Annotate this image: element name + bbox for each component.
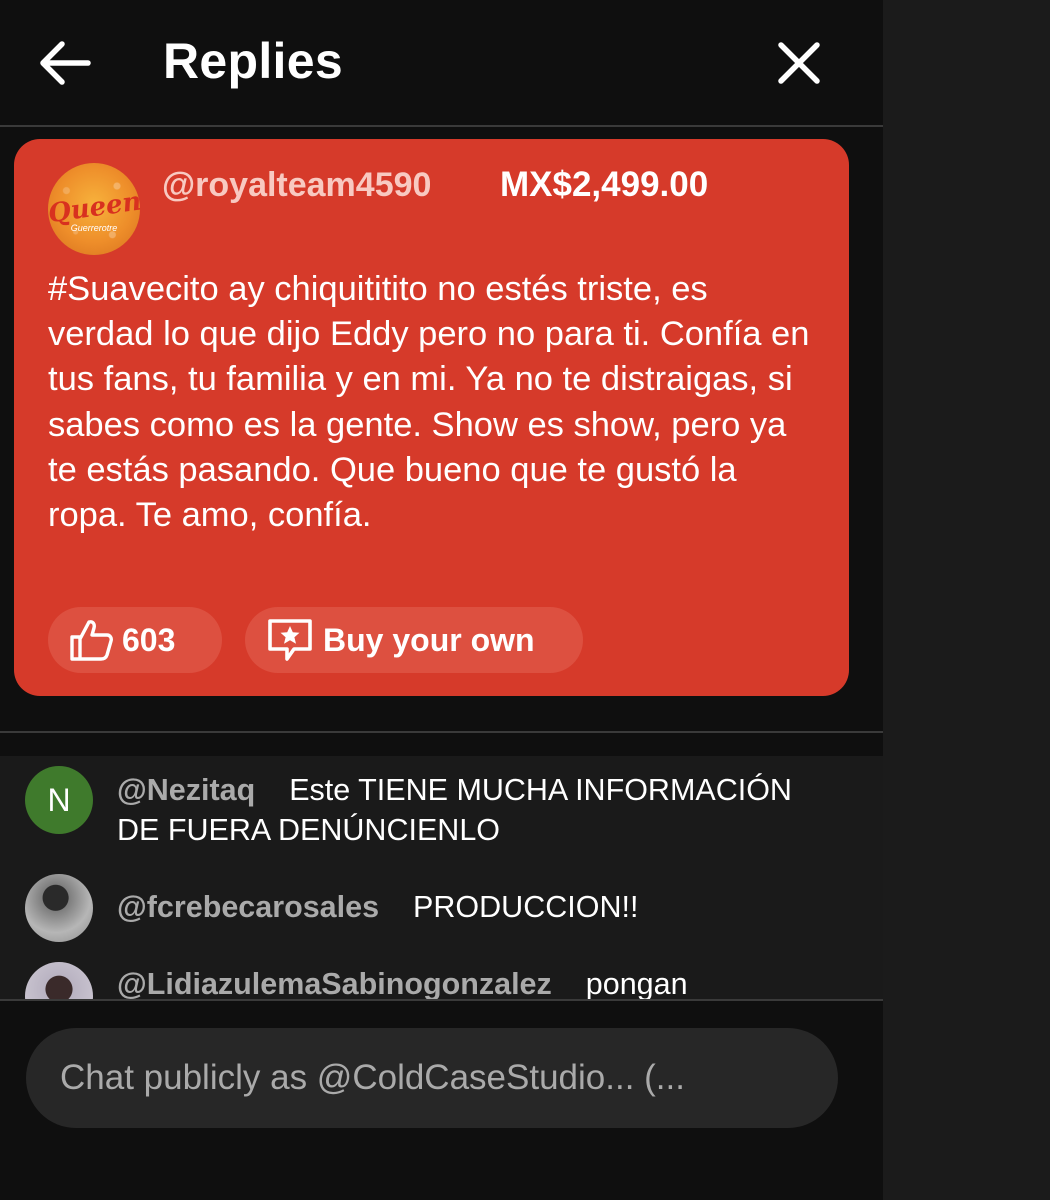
avatar[interactable] (25, 962, 93, 999)
avatar[interactable]: N (25, 766, 93, 834)
divider (0, 731, 883, 733)
chat-input[interactable]: Chat publicly as @ColdCaseStudio... (... (26, 1028, 838, 1128)
like-button[interactable]: 603 (48, 607, 222, 673)
comment-text-block: @Nezitaq Este TIENE MUCHA INFORMACIÓN DE … (117, 770, 837, 850)
chat-input-placeholder: Chat publicly as @ColdCaseStudio... (... (60, 1058, 685, 1097)
arrow-left-icon (40, 41, 91, 85)
avatar[interactable] (25, 874, 93, 942)
super-chat-username[interactable]: @royalteam4590 (162, 164, 462, 206)
buy-your-own-label: Buy your own (323, 621, 535, 658)
super-chat-star-icon (265, 617, 315, 663)
replies-panel: Replies Queen Guerrerotre @royalteam4590… (0, 0, 883, 1200)
avatar-letter: N (47, 781, 71, 818)
close-button[interactable] (772, 36, 826, 90)
comment-list[interactable]: N @Nezitaq Este TIENE MUCHA INFORMACIÓN D… (0, 756, 883, 999)
buy-your-own-button[interactable]: Buy your own (245, 607, 583, 673)
comment-message: pongan (585, 967, 688, 999)
avatar[interactable]: Queen Guerrerotre (48, 163, 140, 255)
super-chat-card: Queen Guerrerotre @royalteam4590 MX$2,49… (14, 139, 849, 696)
avatar-logo-subtext: Guerrerotre (70, 223, 118, 233)
comment-text-block: @LidiazulemaSabinogonzalez pongan (117, 964, 837, 999)
back-button[interactable] (34, 36, 94, 90)
divider (0, 999, 883, 1001)
thumbs-up-icon (68, 618, 114, 662)
comment-message: PRODUCCION!! (413, 890, 639, 924)
super-chat-message: #Suavecito ay chiquititito no estés tris… (48, 270, 810, 535)
comment-username[interactable]: @fcrebecarosales (117, 890, 379, 924)
like-count: 603 (122, 621, 176, 658)
super-chat-amount: MX$2,499.00 (500, 165, 709, 204)
background-area (883, 0, 1050, 1200)
replies-header: Replies (0, 0, 883, 127)
comment-username[interactable]: @LidiazulemaSabinogonzalez (117, 967, 552, 999)
close-icon (778, 42, 820, 84)
page-title: Replies (163, 33, 343, 89)
comment-username[interactable]: @Nezitaq (117, 773, 255, 807)
comment-text-block: @fcrebecarosales PRODUCCION!! (117, 887, 837, 927)
